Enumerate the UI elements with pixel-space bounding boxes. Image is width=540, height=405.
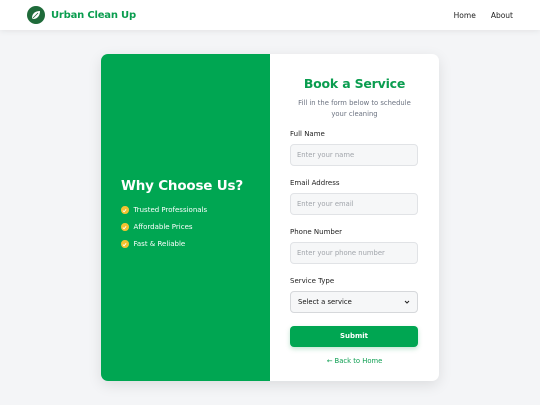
check-circle-icon bbox=[121, 206, 129, 214]
submit-button[interactable]: Submit bbox=[290, 325, 418, 347]
check-circle-icon bbox=[121, 223, 129, 231]
nav-link-about[interactable]: About bbox=[491, 11, 513, 20]
nav-links: Home About bbox=[454, 11, 513, 20]
why-item-label: Fast & Reliable bbox=[133, 240, 186, 248]
booking-form-panel: Book a Service Fill in the form below to… bbox=[270, 54, 439, 381]
nav-link-home[interactable]: Home bbox=[454, 11, 476, 20]
back-to-home-link[interactable]: ← Back to Home bbox=[290, 357, 419, 365]
why-choose-us-panel: Why Choose Us? Trusted Professionals Aff… bbox=[101, 54, 270, 381]
why-item: Trusted Professionals bbox=[121, 206, 250, 214]
why-title: Why Choose Us? bbox=[121, 178, 243, 194]
service-type-selected: Select a service bbox=[298, 298, 352, 306]
leaf-logo-icon[interactable] bbox=[27, 6, 45, 24]
why-item: Affordable Prices bbox=[121, 223, 250, 231]
check-circle-icon bbox=[121, 240, 129, 248]
why-item-label: Affordable Prices bbox=[133, 223, 193, 231]
form-title: Book a Service bbox=[303, 76, 406, 91]
navbar: Urban Clean Up Home About bbox=[0, 0, 540, 30]
service-type-select[interactable]: Select a service bbox=[290, 291, 418, 313]
why-item: Fast & Reliable bbox=[121, 240, 250, 248]
service-type-label: Service Type bbox=[290, 277, 335, 285]
phone-input[interactable] bbox=[290, 242, 418, 264]
booking-card: Why Choose Us? Trusted Professionals Aff… bbox=[101, 54, 439, 381]
why-item-label: Trusted Professionals bbox=[133, 206, 208, 214]
chevron-down-icon bbox=[404, 299, 410, 305]
full-name-input[interactable] bbox=[290, 144, 418, 166]
form-subtitle: Fill in the form below to schedule your … bbox=[298, 99, 411, 118]
email-input[interactable] bbox=[290, 193, 418, 215]
phone-label: Phone Number bbox=[290, 228, 343, 236]
email-label: Email Address bbox=[290, 179, 340, 187]
brand-name[interactable]: Urban Clean Up bbox=[51, 10, 136, 21]
full-name-label: Full Name bbox=[290, 130, 325, 138]
